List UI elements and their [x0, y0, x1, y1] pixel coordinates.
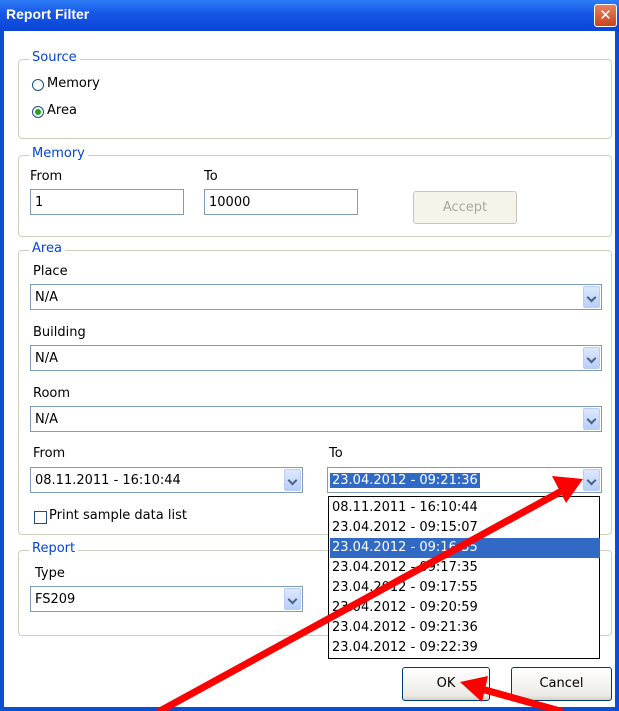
arrow-to-ok-button-icon: [460, 676, 564, 711]
report-filter-window: Report Filter ✕ Source Memory Area Memor…: [0, 0, 619, 711]
arrow-to-dropdown-icon: [156, 476, 583, 711]
annotation-arrows: [156, 476, 583, 711]
